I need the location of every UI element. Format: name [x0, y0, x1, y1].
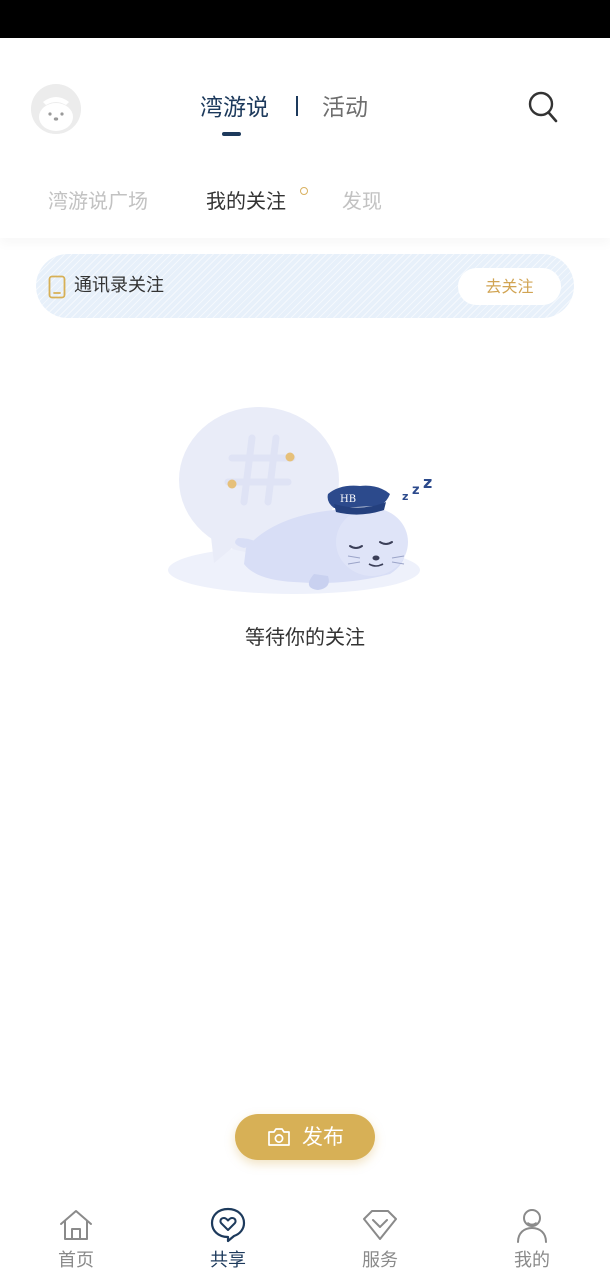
publish-label: 发布 — [302, 1125, 344, 1149]
nav-services[interactable]: 服务 — [304, 1190, 456, 1280]
nav-share-label: 共享 — [210, 1250, 246, 1271]
tab-wanyoushuo[interactable]: 湾游说 — [200, 88, 269, 128]
tab-divider — [296, 96, 298, 116]
share-heart-icon — [208, 1206, 248, 1244]
header: 湾游说 活动 湾游说广场 我的关注 发现 — [0, 38, 610, 238]
user-icon — [512, 1206, 552, 1244]
contacts-follow-label: 通讯录关注 — [74, 275, 164, 296]
phone-icon — [48, 275, 66, 299]
sleeping-seal-illustration: HB z z z — [164, 398, 444, 604]
publish-button[interactable]: 发布 — [235, 1114, 375, 1160]
svg-text:z: z — [402, 490, 408, 503]
svg-text:z: z — [412, 483, 420, 498]
sub-tab-following[interactable]: 我的关注 — [206, 183, 286, 219]
app-screen: 湾游说 活动 湾游说广场 我的关注 发现 通讯录关注 去关注 HB z z z … — [0, 0, 610, 1280]
nav-mine-label: 我的 — [514, 1250, 550, 1271]
diamond-icon — [360, 1206, 400, 1244]
main-tabs: 湾游说 活动 — [0, 88, 610, 138]
bottom-navigation: 首页 共享 服务 我的 — [0, 1190, 610, 1280]
empty-state-message: 等待你的关注 — [245, 625, 365, 649]
tab-activities[interactable]: 活动 — [322, 88, 368, 128]
nav-mine[interactable]: 我的 — [456, 1190, 608, 1280]
svg-text:z: z — [423, 473, 432, 492]
go-follow-button[interactable]: 去关注 — [458, 268, 561, 305]
search-icon[interactable] — [527, 90, 559, 124]
nav-home[interactable]: 首页 — [0, 1190, 152, 1280]
nav-services-label: 服务 — [362, 1250, 398, 1271]
sub-tab-discover[interactable]: 发现 — [342, 183, 382, 219]
active-tab-indicator — [222, 132, 241, 136]
nav-home-label: 首页 — [58, 1250, 94, 1271]
sub-tab-plaza[interactable]: 湾游说广场 — [48, 183, 148, 219]
status-bar — [0, 0, 610, 38]
contacts-follow-banner: 通讯录关注 去关注 — [36, 254, 574, 318]
sub-tabs: 湾游说广场 我的关注 发现 — [0, 183, 610, 223]
svg-text:HB: HB — [340, 494, 356, 505]
new-badge-dot — [300, 187, 308, 195]
camera-icon — [267, 1127, 291, 1147]
nav-share[interactable]: 共享 — [152, 1190, 304, 1280]
home-icon — [56, 1206, 96, 1244]
